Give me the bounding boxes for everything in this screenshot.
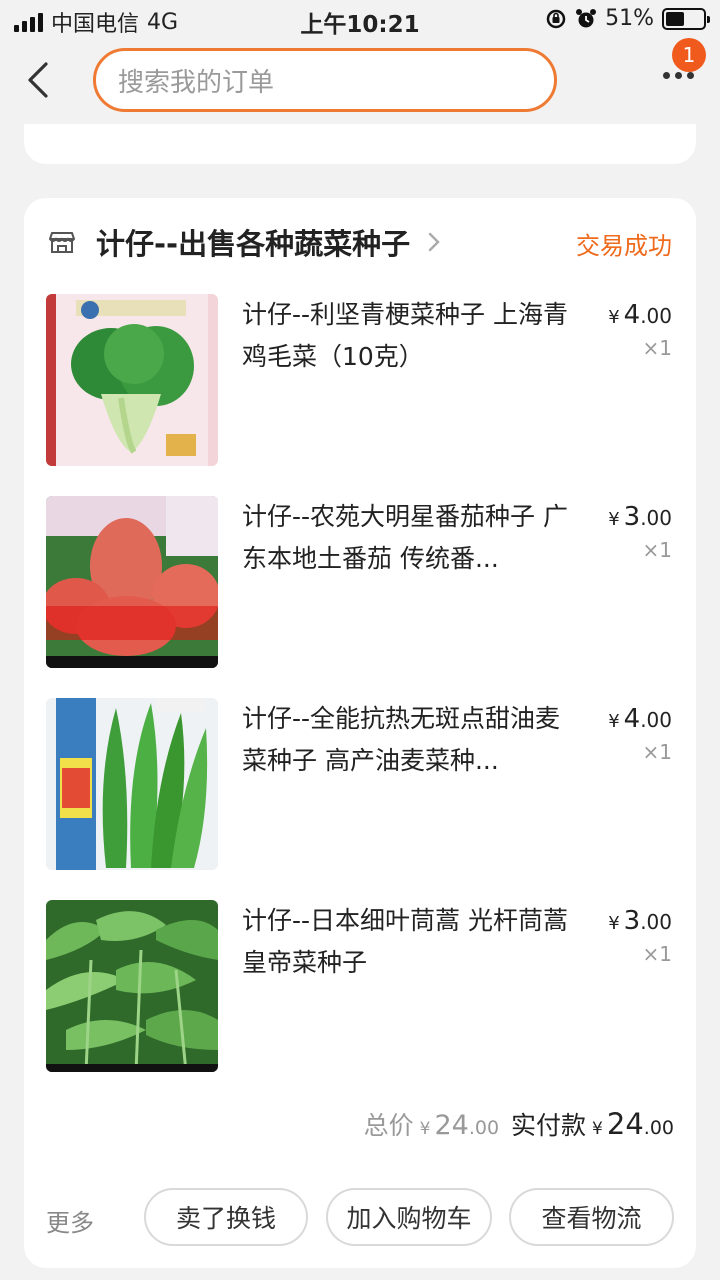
total-integer: 24 [434,1110,469,1141]
search-placeholder: 搜索我的订单 [118,67,275,98]
paid-label: 实付款 [511,1111,587,1140]
order-card: 计仔--出售各种蔬菜种子 交易成功 计仔--利坚青梗菜种子 上海青 鸡毛菜（10… [24,198,696,1268]
product-price: ¥4.00 [608,300,672,330]
currency-symbol: ¥ [608,307,620,328]
total-label: 总价 [363,1111,414,1140]
view-logistics-button[interactable]: 查看物流 [509,1188,674,1246]
price-integer: 3 [623,906,641,936]
price-decimal: .00 [640,910,672,934]
product-title[interactable]: 计仔--全能抗热无斑点甜油麦菜种子 高产油麦菜种... [242,698,582,782]
price-decimal: .00 [640,708,672,732]
product-quantity: ×1 [642,336,672,360]
product-quantity: ×1 [642,740,672,764]
paid-decimal: .00 [643,1117,674,1139]
product-title[interactable]: 计仔--利坚青梗菜种子 上海青 鸡毛菜（10克） [242,294,582,378]
total-decimal: .00 [468,1117,500,1139]
order-total: 总价 ¥ 24 .00 实付款 ¥ 24 .00 [364,1106,674,1142]
product-image[interactable] [46,900,218,1072]
shop-icon [49,232,75,253]
price-integer: 4 [623,300,641,330]
notification-badge: 1 [672,38,706,72]
battery-icon [662,7,710,30]
back-arrow-icon [28,62,48,98]
product-price: ¥4.00 [608,704,672,734]
chevron-right-icon [428,232,440,252]
currency-symbol: ¥ [608,913,620,934]
product-quantity: ×1 [642,942,672,966]
search-input[interactable]: 搜索我的订单 [93,48,557,112]
currency-symbol: ¥ [608,509,620,530]
battery-percent: 51% [605,6,654,31]
rotation-lock-icon [546,9,566,28]
order-item[interactable]: 计仔--全能抗热无斑点甜油麦菜种子 高产油麦菜种... ¥4.00 ×1 [46,698,676,870]
status-bar: 中国电信 4G 上午10:21 51% [0,0,720,40]
alarm-icon [576,8,597,27]
order-item[interactable]: 计仔--农苑大明星番茄种子 广东本地土番茄 传统番... ¥3.00 ×1 [46,496,676,668]
back-button[interactable] [22,58,58,102]
product-title[interactable]: 计仔--农苑大明星番茄种子 广东本地土番茄 传统番... [242,496,582,580]
order-item[interactable]: 计仔--利坚青梗菜种子 上海青 鸡毛菜（10克） ¥4.00 ×1 [46,294,676,466]
product-price: ¥3.00 [608,502,672,532]
add-to-cart-button[interactable]: 加入购物车 [326,1188,492,1246]
product-title[interactable]: 计仔--日本细叶茼蒿 光杆茼蒿 皇帝菜种子 [242,900,582,984]
price-decimal: .00 [640,506,672,530]
sell-for-cash-button[interactable]: 卖了换钱 [144,1188,308,1246]
top-bar: 搜索我的订单 1 [0,38,720,124]
paid-currency: ¥ [592,1119,603,1139]
total-currency: ¥ [419,1119,431,1139]
currency-symbol: ¥ [608,711,620,732]
price-integer: 4 [623,704,641,734]
order-status: 交易成功 [576,232,672,260]
product-image[interactable] [46,698,218,870]
more-button[interactable] [663,72,694,79]
shop-name[interactable]: 计仔--出售各种蔬菜种子 [96,221,410,263]
product-price: ¥3.00 [608,906,672,936]
more-actions-link[interactable]: 更多 [46,1203,94,1238]
order-item[interactable]: 计仔--日本细叶茼蒿 光杆茼蒿 皇帝菜种子 ¥3.00 ×1 [46,900,676,1072]
more-dots-icon [663,72,670,79]
paid-integer: 24 [606,1107,644,1141]
product-quantity: ×1 [642,538,672,562]
price-integer: 3 [623,502,641,532]
product-image[interactable] [46,496,218,668]
product-image[interactable] [46,294,218,466]
price-decimal: .00 [640,304,672,328]
shop-header[interactable]: 计仔--出售各种蔬菜种子 交易成功 [48,222,672,262]
